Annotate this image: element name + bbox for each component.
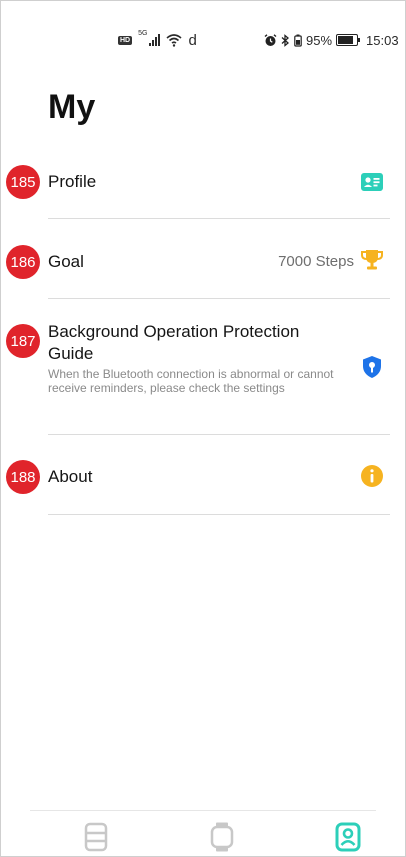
watch-tab-icon[interactable] xyxy=(208,822,236,852)
menu-item-label: About xyxy=(48,467,93,486)
divider xyxy=(48,298,390,299)
menu-item-description: When the Bluetooth connection is abnorma… xyxy=(48,367,334,395)
annotation-badge: 188 xyxy=(6,460,40,494)
annotation-badge: 187 xyxy=(6,324,40,358)
menu-item-profile[interactable]: 185 Profile xyxy=(0,160,406,218)
bluetooth-icon xyxy=(281,33,289,47)
status-bar-right: 95% 15:03 xyxy=(264,30,399,50)
wifi-icon xyxy=(166,34,182,47)
page-title: My xyxy=(48,88,96,126)
profile-tab-icon[interactable] xyxy=(334,822,362,852)
alarm-icon xyxy=(264,33,277,46)
shield-icon xyxy=(363,356,381,378)
annotation-badge: 185 xyxy=(6,165,40,199)
trophy-icon xyxy=(361,250,383,270)
carrier-glyph: d xyxy=(188,31,197,49)
status-bar-left: HD 5G d xyxy=(118,30,197,50)
battery-icon xyxy=(336,34,361,46)
info-icon xyxy=(361,465,383,487)
data-tab-icon[interactable] xyxy=(82,822,110,852)
menu-item-label: Profile xyxy=(48,172,97,191)
clock-time: 15:03 xyxy=(366,32,399,48)
menu-item-goal[interactable]: 186 Goal 7000 Steps xyxy=(0,240,406,298)
network-type: 5G xyxy=(138,30,148,37)
menu-item-label-line2: Guide xyxy=(48,344,94,363)
menu-item-label-line1: Background Operation Protection xyxy=(48,322,300,341)
contact-card-icon xyxy=(361,173,383,191)
tabbar-divider xyxy=(30,810,376,811)
menu-item-label: Goal xyxy=(48,252,84,271)
divider xyxy=(48,514,390,515)
battery-percent: 95% xyxy=(306,32,333,48)
menu-item-about[interactable]: 188 About xyxy=(0,456,406,514)
annotation-badge: 186 xyxy=(6,245,40,279)
signal-icon xyxy=(149,34,161,46)
hd-badge: HD xyxy=(118,35,133,45)
battery-saver-icon xyxy=(294,34,302,47)
divider xyxy=(48,434,390,435)
divider xyxy=(48,218,390,219)
goal-value: 7000 Steps xyxy=(278,253,354,270)
menu-item-protection-guide[interactable]: 187 Background Operation Protection Guid… xyxy=(0,320,406,434)
